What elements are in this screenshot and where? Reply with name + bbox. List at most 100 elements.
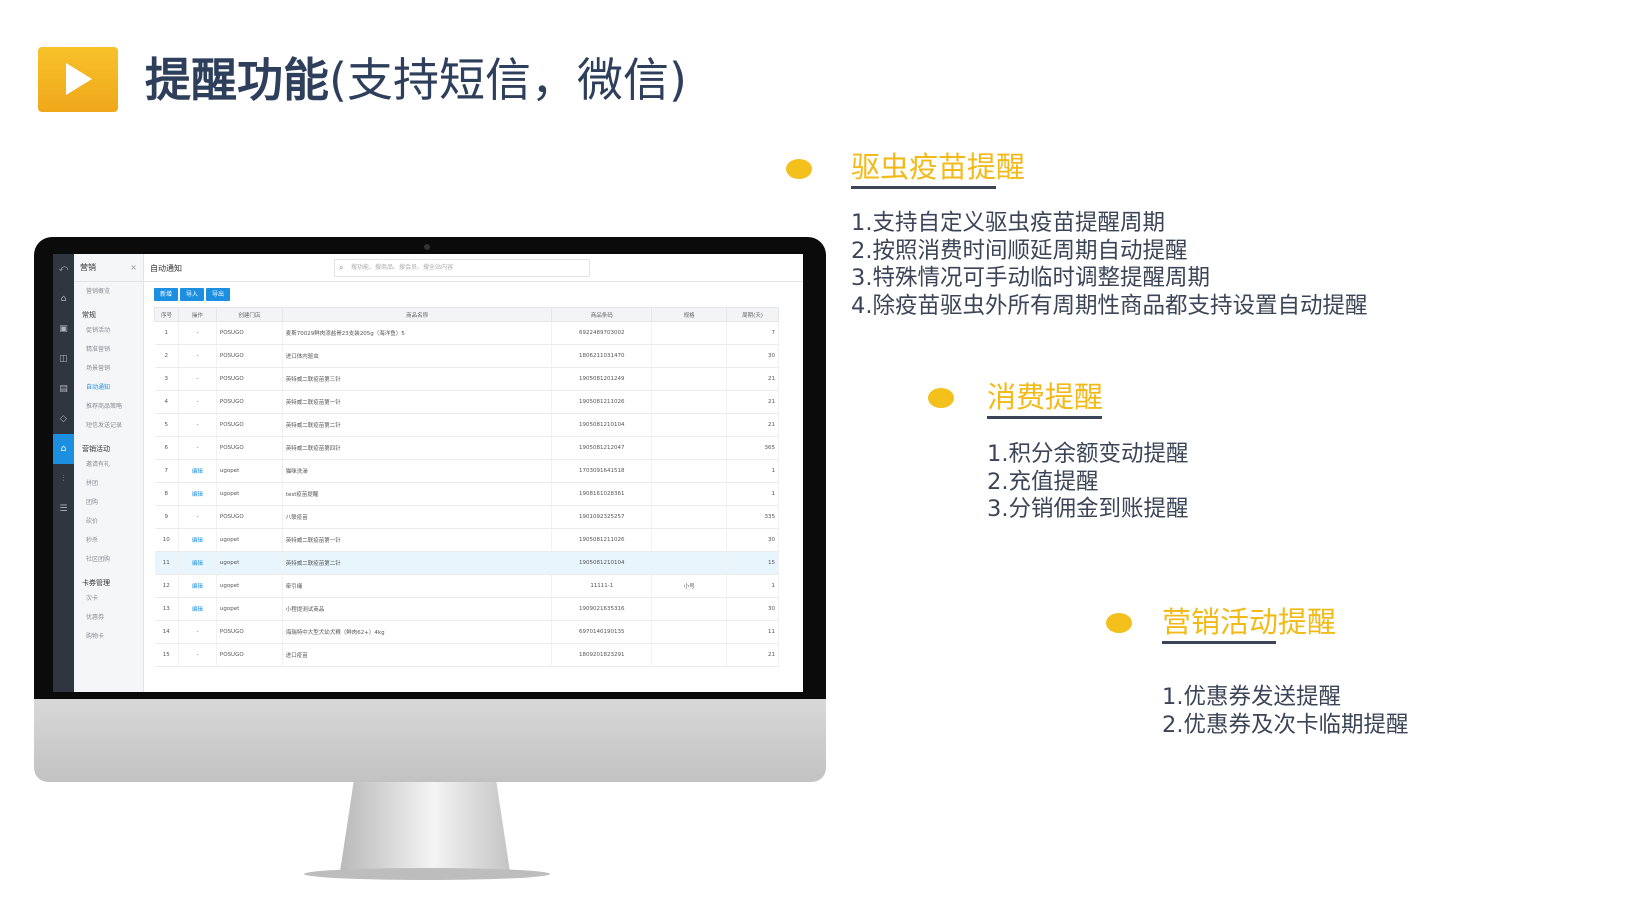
edit-link[interactable]: 编辑	[178, 459, 217, 483]
table-cell: 335	[726, 505, 779, 529]
menu-item[interactable]: 营销概览	[74, 282, 143, 301]
table-cell: 猫咪洗澡	[282, 459, 553, 483]
menu-item[interactable]: 次卡	[74, 589, 143, 608]
table-row[interactable]: 12 编辑 ugopet 牵引绳 11111-1 小号 1	[154, 574, 779, 598]
section-title-consume: 消费提醒	[987, 380, 1104, 414]
list-item: 2.充值提醒	[987, 468, 1099, 495]
table-row[interactable]: 3- POSUGO 英特威二联疫苗第三针 1905081201249 21	[154, 367, 779, 391]
edit-link[interactable]: 编辑	[178, 597, 217, 621]
title-underline	[1162, 641, 1276, 644]
table-row[interactable]: 5- POSUGO 英特威二联疫苗第二针 1905081210104 21	[154, 413, 779, 437]
icon-sidebar: ⤺ ⌂ ▣ ◫ ▤ ◇ ⌂ ⫶ ☰	[53, 254, 74, 692]
app-screen: ⤺ ⌂ ▣ ◫ ▤ ◇ ⌂ ⫶ ☰ 营销 × 营销概览 常规 促销活动 精准营销 场景营销…	[53, 254, 803, 692]
settings-icon[interactable]: ☰	[53, 494, 74, 524]
table-row[interactable]: 14- POSUGO 海瑞特中大型犬幼犬粮（鲜肉62+）4kg 69701401901…	[154, 620, 779, 644]
menu-item[interactable]: 秒杀	[74, 531, 143, 550]
table-cell	[651, 367, 728, 391]
table-header: 序号 操作 创建门店 商品名称 商品条码 规格 周期(天)	[154, 307, 779, 322]
export-button[interactable]: 导出	[206, 288, 231, 301]
close-icon[interactable]: ×	[130, 254, 137, 282]
table-cell: 英特威二联疫苗第一针	[282, 528, 553, 552]
table-cell: 进口体内驱虫	[282, 344, 553, 368]
table-cell	[651, 505, 728, 529]
section-list-marketing: 1.优惠券发送提醒 2.优惠券及次卡临期提醒	[1162, 684, 1408, 739]
menu-item[interactable]: 社区团购	[74, 550, 143, 569]
menu-item[interactable]: 场景营销	[74, 359, 143, 378]
table-cell: 5	[154, 413, 179, 437]
menu-item[interactable]: 拼团	[74, 474, 143, 493]
column-header: 操作	[177, 307, 217, 322]
marketing-icon[interactable]: ⌂	[53, 434, 74, 464]
table-cell: -	[178, 436, 217, 460]
edit-link[interactable]: 编辑	[178, 528, 217, 552]
table-row[interactable]: 6- POSUGO 英特威二联疫苗第四针 1905081212047 365	[154, 436, 779, 460]
monitor-chin	[34, 699, 826, 782]
edit-link[interactable]: 编辑	[178, 551, 217, 575]
menu-item[interactable]: 团购	[74, 493, 143, 512]
table-row[interactable]: 2- POSUGO 进口体内驱虫 1806211031470 30	[154, 344, 779, 368]
table-cell: -	[178, 367, 217, 391]
table-row[interactable]: 7 编辑 ugopet 猫咪洗澡 1703091641518 1	[154, 459, 779, 483]
list-item: 3.特殊情况可手动临时调整提醒周期	[851, 265, 1210, 291]
menu-item[interactable]: 优惠券	[74, 608, 143, 627]
table-cell: 1905081211026	[551, 528, 653, 552]
section-title-marketing: 营销活动提醒	[1162, 605, 1337, 639]
table-row[interactable]: 1- POSUGO 麦斯70029鲜肉添盐骨23支装205g（海洋鱼）5 692248…	[154, 321, 779, 345]
home-icon[interactable]: ⌂	[53, 284, 74, 314]
table-cell: -	[178, 505, 217, 529]
logo-icon[interactable]: ⤺	[53, 254, 74, 284]
menu-item[interactable]: 促销活动	[74, 321, 143, 340]
menu-list: 营销概览 常规 促销活动 精准营销 场景营销 自动通知 推荐商品策略 短信发送记录 营销活动 邀请…	[74, 282, 143, 646]
search-input[interactable]: ⌕ 搜功能、搜商品、搜会员、搜全站内容	[334, 259, 590, 277]
table-cell: 9	[154, 505, 179, 529]
reminder-table: 序号 操作 创建门店 商品名称 商品条码 规格 周期(天) 1- POSUGO 麦斯70029鲜…	[154, 307, 779, 667]
menu-item[interactable]: 推荐商品策略	[74, 397, 143, 416]
menu-item[interactable]: 砍价	[74, 512, 143, 531]
store-icon[interactable]: ▣	[53, 314, 74, 344]
tab-auto-notify[interactable]: 自动通知	[150, 263, 182, 274]
table-row[interactable]: 4- POSUGO 英特威二联疫苗第一针 1905081211026 21	[154, 390, 779, 414]
table-cell: 11111-1	[551, 574, 653, 598]
chart-icon[interactable]: ⫶	[53, 464, 74, 494]
menu-item[interactable]: 短信发送记录	[74, 416, 143, 435]
edit-link[interactable]: 编辑	[178, 574, 217, 598]
table-cell: 英特威二联疫苗第四针	[282, 436, 553, 460]
table-row[interactable]: 13 编辑 ugopet 小程提测试商品 1909021635316 30	[154, 597, 779, 621]
table-row[interactable]: 9- POSUGO 八联疫苗 1901092325257 335	[154, 505, 779, 529]
menu-item[interactable]: 自动通知	[74, 378, 143, 397]
table-cell: 11	[154, 551, 179, 575]
list-icon[interactable]: ▤	[53, 374, 74, 404]
bullet-dot	[1106, 613, 1132, 633]
table-row[interactable]: 15- POSUGO 进口疫苗 1809201823291 21	[154, 643, 779, 667]
menu-group: 卡券管理	[82, 579, 110, 587]
menu-item[interactable]: 邀请有礼	[74, 455, 143, 474]
table-row[interactable]: 10 编辑 ugopet 英特威二联疫苗第一针 1905081211026 30	[154, 528, 779, 552]
table-cell: 英特威二联疫苗第三针	[282, 367, 553, 391]
page-title-main: 提醒功能	[145, 53, 329, 107]
table-cell	[651, 643, 728, 667]
table-cell: 进口疫苗	[282, 643, 553, 667]
table-cell: ugopet	[216, 574, 283, 598]
box-icon[interactable]: ◫	[53, 344, 74, 374]
menu-item[interactable]: 购物卡	[74, 627, 143, 646]
import-button[interactable]: 导入	[180, 288, 205, 301]
search-placeholder: 搜功能、搜商品、搜会员、搜全站内容	[351, 264, 454, 271]
edit-link[interactable]: 编辑	[178, 482, 217, 506]
page-title-sub: (支持短信，微信)	[329, 53, 687, 107]
add-button[interactable]: 新增	[154, 288, 179, 301]
table-cell: 7	[726, 321, 779, 345]
menu-item[interactable]: 精准营销	[74, 340, 143, 359]
table-cell	[651, 551, 728, 575]
table-row[interactable]: 8 编辑 ugopet test疫苗提醒 1908161028361 1	[154, 482, 779, 506]
table-cell: 30	[726, 597, 779, 621]
tag-icon[interactable]: ◇	[53, 404, 74, 434]
table-cell: 21	[726, 367, 779, 391]
column-header: 创建门店	[215, 307, 283, 322]
table-row[interactable]: 11 编辑 ugopet 英特威二联疫苗第二针 1905081210104 15	[154, 551, 779, 575]
table-cell: 15	[154, 643, 179, 667]
table-cell: 1901092325257	[551, 505, 653, 529]
page-title: 提醒功能(支持短信，微信)	[145, 50, 687, 110]
monitor-stand	[340, 782, 510, 872]
table-cell	[651, 436, 728, 460]
table-cell	[651, 413, 728, 437]
